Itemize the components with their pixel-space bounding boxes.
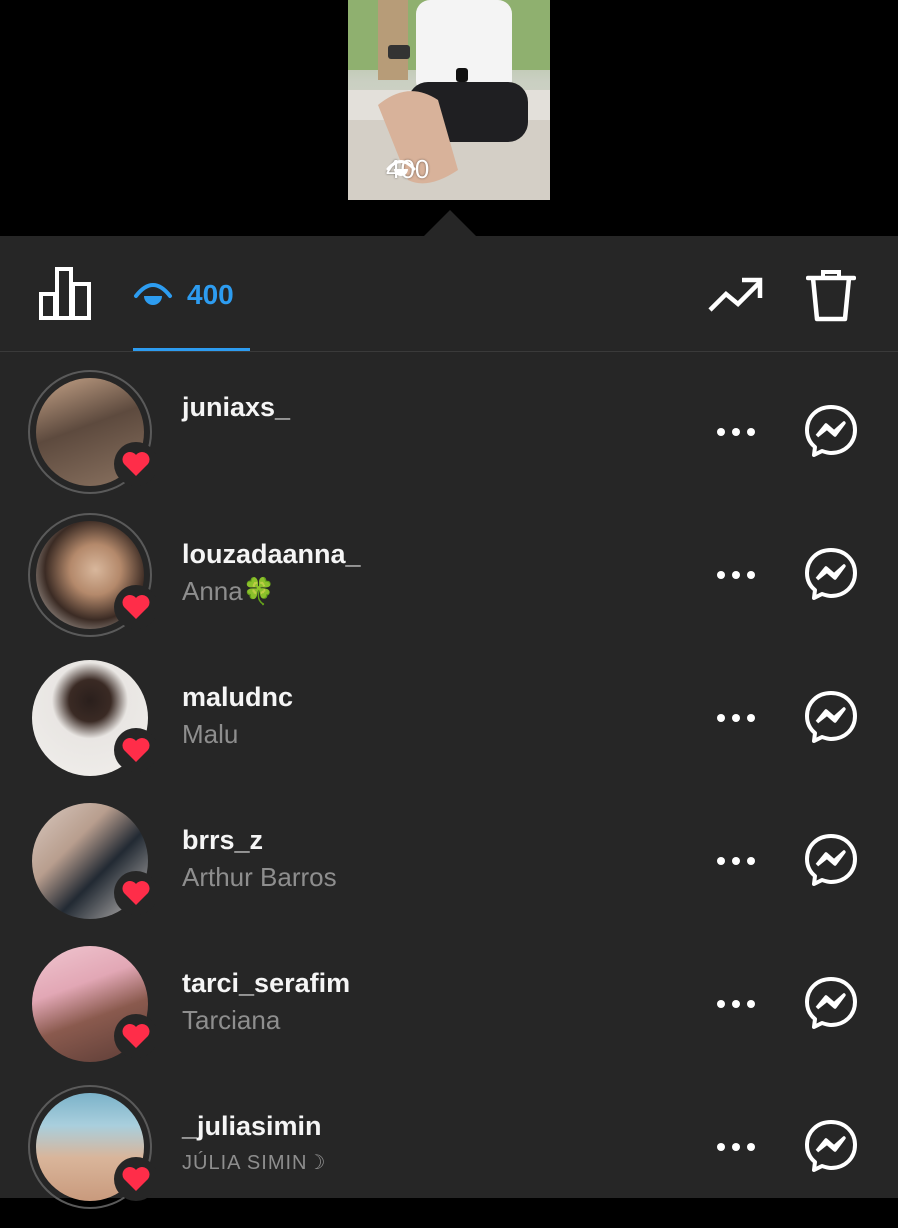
more-icon bbox=[717, 857, 755, 865]
sheet-pointer bbox=[424, 210, 476, 236]
like-badge bbox=[114, 728, 158, 772]
more-options-button[interactable] bbox=[716, 1140, 756, 1158]
viewer-row[interactable]: _juliasimin JÚLIA SIMIN☽ bbox=[0, 1085, 898, 1228]
trending-up-icon bbox=[708, 277, 763, 312]
avatar[interactable] bbox=[28, 799, 158, 923]
viewer-row[interactable]: juniaxs_ bbox=[0, 370, 898, 513]
viewer-full-name: Malu bbox=[182, 719, 239, 749]
send-message-button[interactable] bbox=[804, 690, 858, 749]
viewer-row[interactable]: louzadaanna_ Anna🍀 bbox=[0, 513, 898, 656]
thumbnail-view-count: 400 bbox=[386, 154, 429, 185]
eye-icon bbox=[134, 283, 172, 305]
viewer-full-name: Anna🍀 bbox=[182, 576, 276, 606]
viewer-full-name: Arthur Barros bbox=[182, 862, 337, 892]
heart-icon bbox=[122, 452, 150, 476]
viewer-row[interactable]: brrs_z Arthur Barros bbox=[0, 799, 898, 942]
more-options-button[interactable] bbox=[716, 711, 756, 729]
messenger-icon bbox=[805, 977, 857, 1029]
bar-chart-icon bbox=[39, 267, 91, 320]
viewer-username[interactable]: brrs_z bbox=[182, 823, 337, 857]
viewer-username[interactable]: _juliasimin bbox=[182, 1109, 326, 1143]
avatar[interactable] bbox=[28, 1085, 158, 1209]
like-badge bbox=[114, 1014, 158, 1058]
viewer-names: juniaxs_ bbox=[182, 390, 290, 424]
story-preview-area: 400 bbox=[0, 0, 898, 236]
send-message-button[interactable] bbox=[804, 1119, 858, 1178]
like-badge bbox=[114, 1157, 158, 1201]
heart-icon bbox=[122, 1167, 150, 1191]
avatar[interactable] bbox=[28, 656, 158, 780]
heart-icon bbox=[122, 738, 150, 762]
insights-button[interactable] bbox=[38, 266, 94, 327]
viewer-names: brrs_z Arthur Barros bbox=[182, 823, 337, 895]
active-tab-indicator bbox=[133, 348, 250, 351]
more-icon bbox=[717, 428, 755, 436]
more-icon bbox=[717, 1000, 755, 1008]
viewer-names: maludnc Malu bbox=[182, 680, 293, 752]
viewer-username[interactable]: maludnc bbox=[182, 680, 293, 714]
more-options-button[interactable] bbox=[716, 997, 756, 1015]
more-options-button[interactable] bbox=[716, 854, 756, 872]
avatar[interactable] bbox=[28, 370, 158, 494]
avatar[interactable] bbox=[28, 513, 158, 637]
like-badge bbox=[114, 585, 158, 629]
delete-button[interactable] bbox=[805, 268, 857, 327]
viewer-full-name: JÚLIA SIMIN☽ bbox=[182, 1152, 327, 1174]
like-badge bbox=[114, 442, 158, 486]
messenger-icon bbox=[805, 548, 857, 600]
viewers-sheet: 400 juniaxs_ louzadaanna_ Anna🍀 maludnc … bbox=[0, 236, 898, 1209]
tab-viewers[interactable]: 400 bbox=[133, 266, 250, 351]
viewer-names: _juliasimin JÚLIA SIMIN☽ bbox=[182, 1109, 326, 1181]
send-message-button[interactable] bbox=[804, 547, 858, 606]
promote-button[interactable] bbox=[706, 272, 764, 321]
viewer-names: tarci_serafim Tarciana bbox=[182, 966, 350, 1038]
more-icon bbox=[717, 1143, 755, 1151]
story-photo bbox=[348, 0, 550, 200]
viewer-full-name: Tarciana bbox=[182, 1005, 281, 1035]
viewers-toolbar: 400 bbox=[0, 236, 898, 352]
send-message-button[interactable] bbox=[804, 833, 858, 892]
send-message-button[interactable] bbox=[804, 976, 858, 1035]
like-badge bbox=[114, 871, 158, 915]
messenger-icon bbox=[805, 405, 857, 457]
viewer-username[interactable]: tarci_serafim bbox=[182, 966, 350, 1000]
viewer-row[interactable]: tarci_serafim Tarciana bbox=[0, 942, 898, 1085]
heart-icon bbox=[122, 595, 150, 619]
messenger-icon bbox=[805, 691, 857, 743]
heart-icon bbox=[122, 1024, 150, 1048]
messenger-icon bbox=[805, 834, 857, 886]
views-count: 400 bbox=[187, 279, 234, 310]
more-icon bbox=[717, 714, 755, 722]
more-options-button[interactable] bbox=[716, 568, 756, 586]
eye-icon bbox=[386, 160, 416, 176]
more-icon bbox=[717, 571, 755, 579]
more-options-button[interactable] bbox=[716, 425, 756, 443]
story-thumbnail[interactable]: 400 bbox=[348, 0, 550, 200]
send-message-button[interactable] bbox=[804, 404, 858, 463]
viewer-row[interactable]: maludnc Malu bbox=[0, 656, 898, 799]
heart-icon bbox=[122, 881, 150, 905]
avatar[interactable] bbox=[28, 942, 158, 1066]
messenger-icon bbox=[805, 1120, 857, 1172]
viewer-username[interactable]: louzadaanna_ bbox=[182, 537, 361, 571]
viewer-names: louzadaanna_ Anna🍀 bbox=[182, 537, 361, 609]
viewer-username[interactable]: juniaxs_ bbox=[182, 390, 290, 424]
trash-icon bbox=[805, 270, 857, 322]
